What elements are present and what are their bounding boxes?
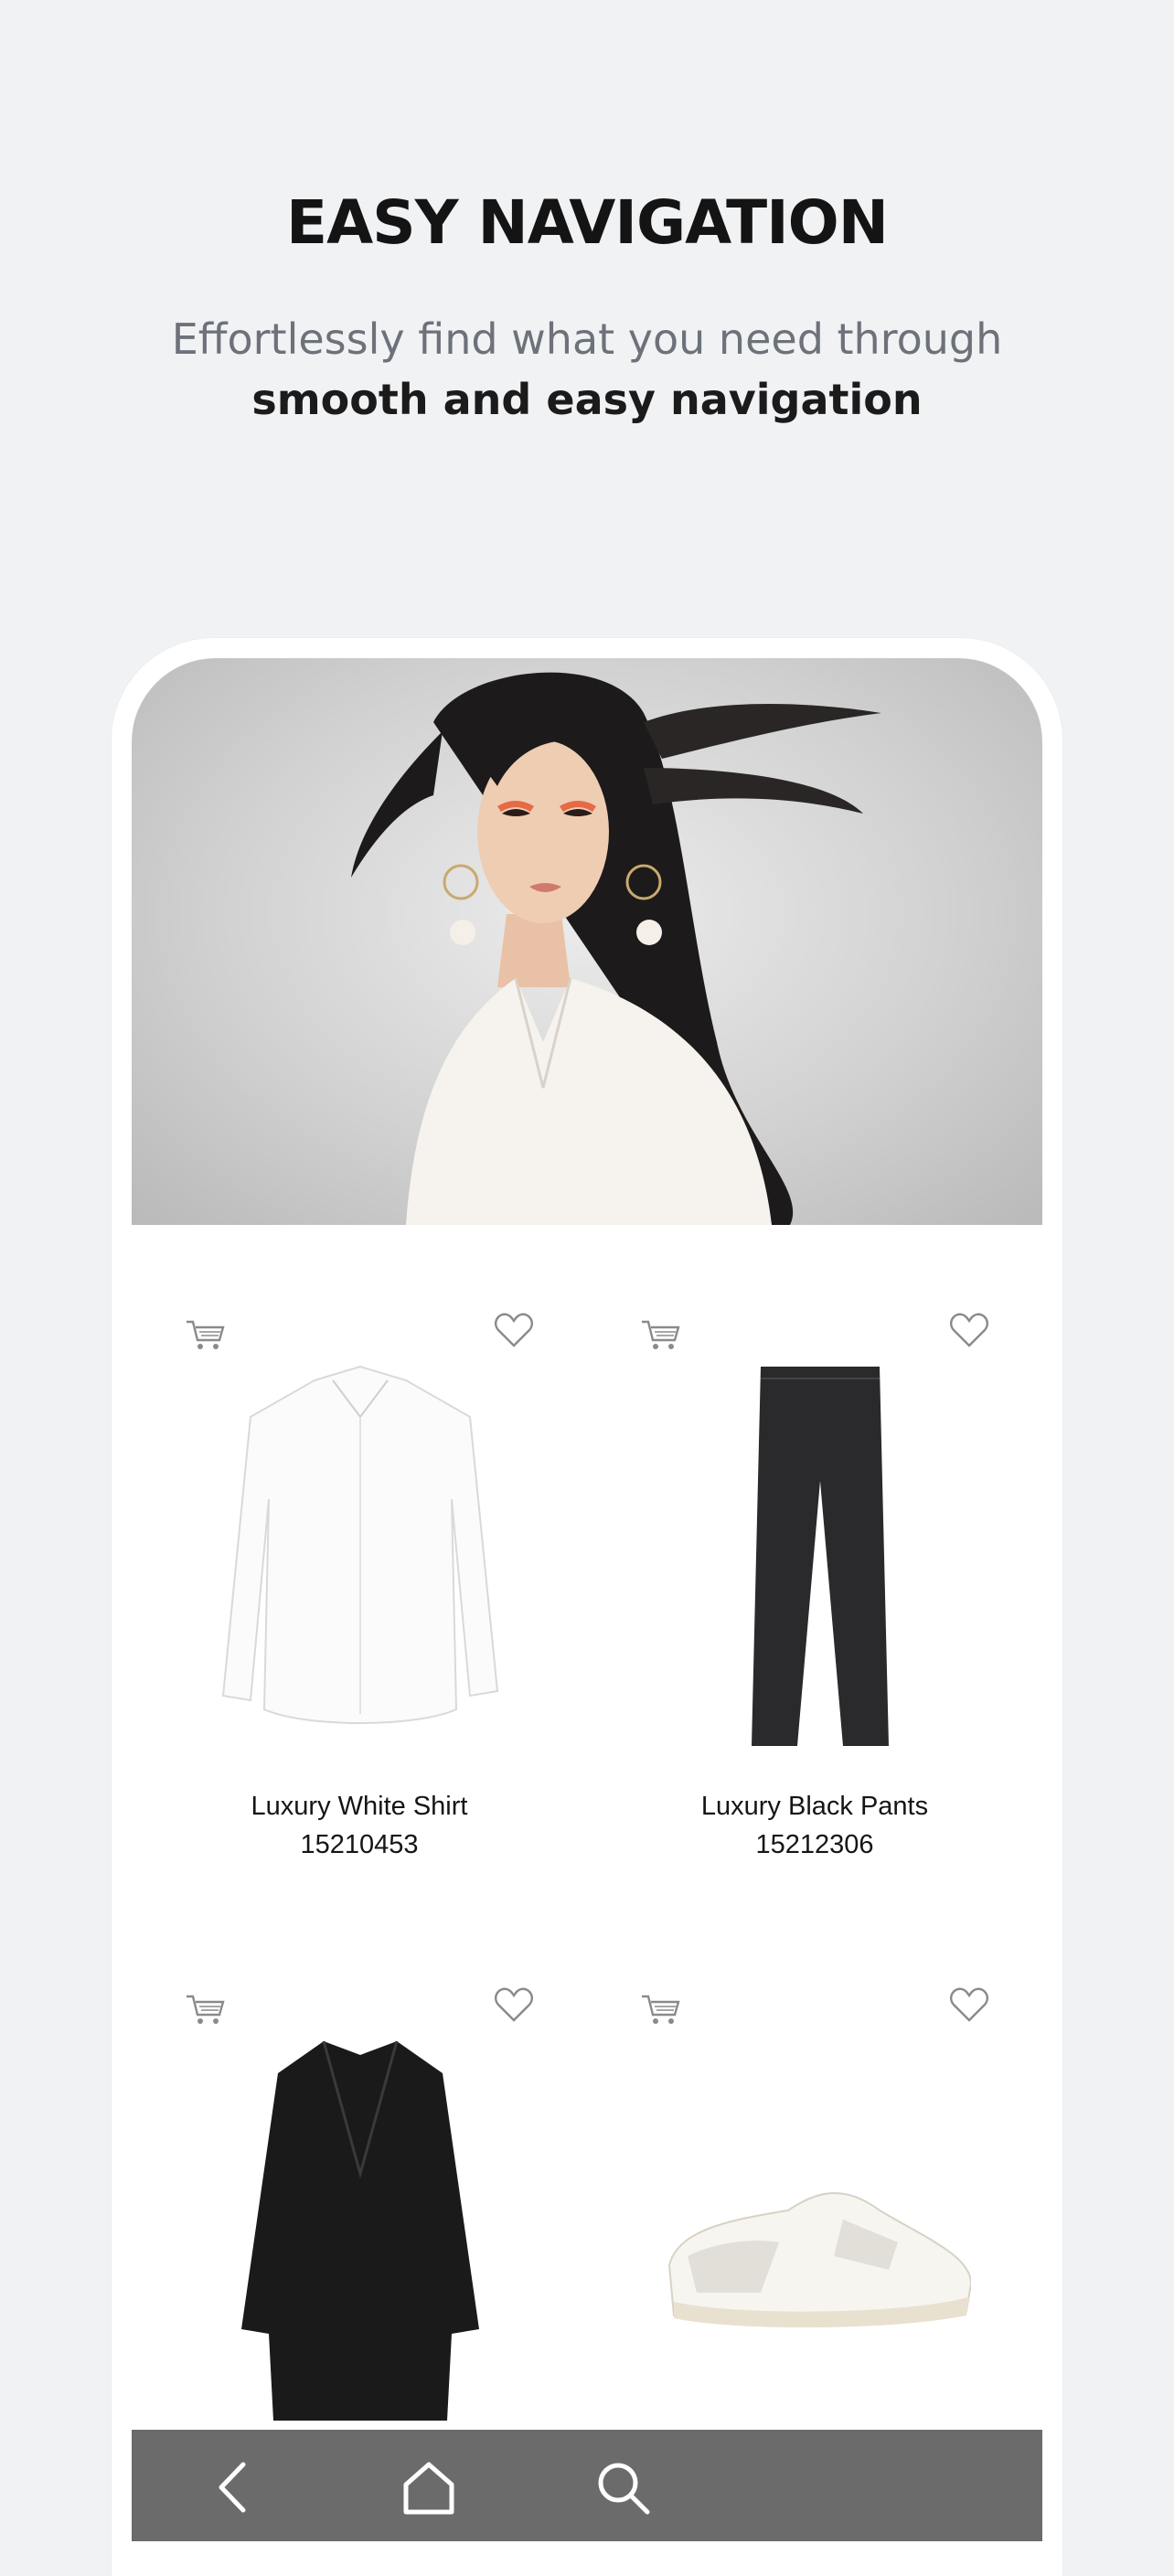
product-code: 15210453 <box>300 1830 419 1859</box>
phone-screen: Luxury White Shirt 15210453 Luxury Black… <box>132 658 1042 2541</box>
black-pants-image <box>752 1367 889 1746</box>
page-headline: EASY NAVIGATION <box>286 187 889 258</box>
product-code: 15212306 <box>755 1830 874 1859</box>
phone-frame: Luxury White Shirt 15210453 Luxury Black… <box>112 638 1062 2576</box>
heart-icon[interactable] <box>494 1311 534 1349</box>
shopping-cart-icon[interactable] <box>185 1318 227 1351</box>
subtitle-line-1: Effortlessly find what you need through <box>171 314 1003 364</box>
heart-icon[interactable] <box>494 1985 534 2024</box>
model-illustration <box>351 672 881 1225</box>
white-sneaker-image <box>667 2192 971 2328</box>
hero-banner-image[interactable] <box>132 658 1042 1225</box>
product-name: Luxury White Shirt <box>251 1792 468 1821</box>
heart-icon[interactable] <box>949 1985 989 2024</box>
shopping-cart-icon[interactable] <box>640 1993 682 2026</box>
shopping-cart-icon[interactable] <box>640 1318 682 1351</box>
product-card[interactable]: Luxury White Shirt 15210453 <box>132 1261 587 1938</box>
chevron-left-icon[interactable] <box>203 2455 267 2519</box>
subtitle-line-2: smooth and easy navigation <box>251 375 923 424</box>
home-icon[interactable] <box>397 2455 461 2519</box>
product-card[interactable]: Luxury Black Pants 15212306 <box>587 1261 1042 1938</box>
product-name: Luxury Black Pants <box>700 1792 929 1821</box>
black-coat-image <box>241 2040 479 2421</box>
search-icon[interactable] <box>591 2455 655 2519</box>
heart-icon[interactable] <box>949 1311 989 1349</box>
bottom-navigation-bar <box>132 2430 1042 2541</box>
white-shirt-image <box>221 1365 499 1724</box>
shopping-cart-icon[interactable] <box>185 1993 227 2026</box>
